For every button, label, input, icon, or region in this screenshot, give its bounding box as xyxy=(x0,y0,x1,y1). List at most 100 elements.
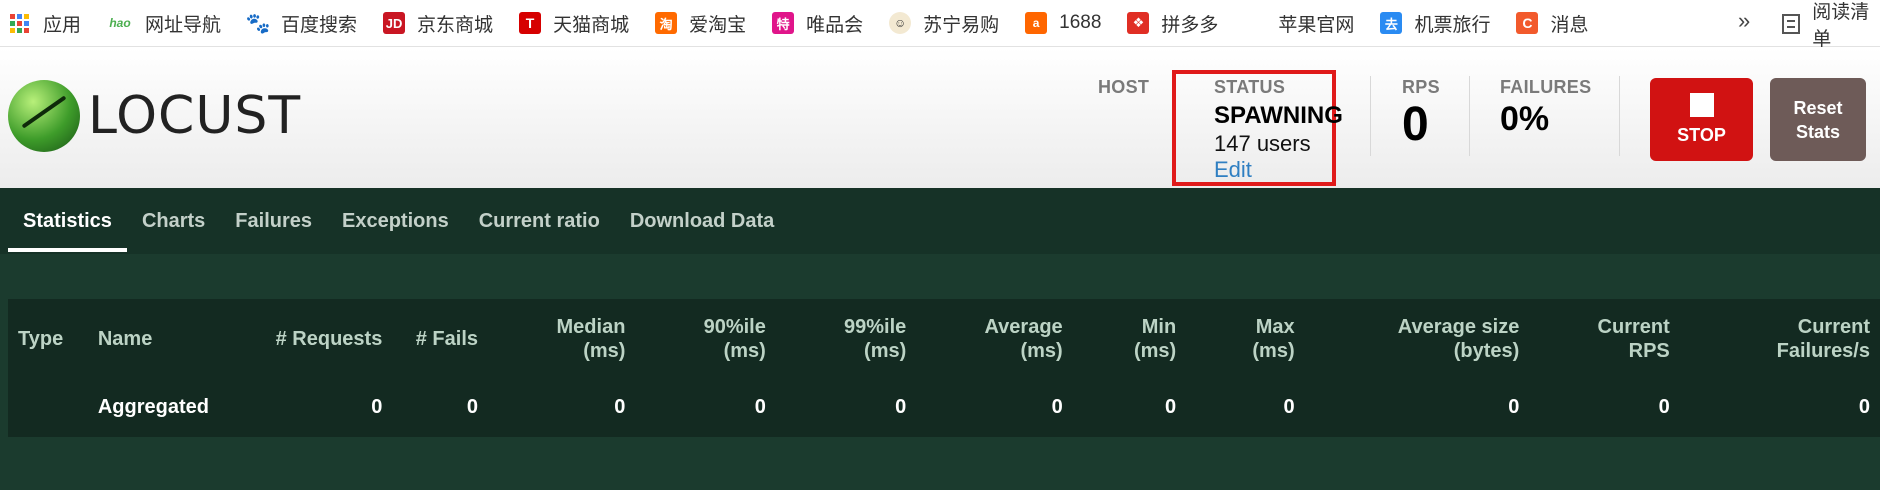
main-panel: Statistics Charts Failures Exceptions Cu… xyxy=(0,188,1880,490)
col-average[interactable]: Average (ms) xyxy=(916,299,1072,379)
stop-icon xyxy=(1689,93,1714,117)
col-fails[interactable]: # Fails xyxy=(392,299,488,379)
status-value: SPAWNING xyxy=(1214,102,1343,129)
col-type[interactable]: Type xyxy=(8,299,88,379)
header-unit: (ms) xyxy=(583,340,626,362)
header-unit: Failures/s xyxy=(1776,340,1870,362)
baidu-paw-icon: 🐾 xyxy=(245,12,271,35)
locust-header: LOCUST HOST STATUS SPAWNING 147 users Ed… xyxy=(0,48,1880,188)
header-unit: (ms) xyxy=(1133,340,1177,362)
locust-logo: LOCUST xyxy=(8,80,301,152)
bookmark-suning[interactable]: ☺ 苏宁易购 xyxy=(889,10,999,37)
host-stat: HOST xyxy=(1098,77,1149,98)
apple-icon xyxy=(1244,12,1267,34)
reset-stats-button[interactable]: Reset Stats xyxy=(1770,78,1866,161)
suning-icon: ☺ xyxy=(889,12,912,34)
col-requests[interactable]: # Requests xyxy=(219,299,392,379)
tab-bar: Statistics Charts Failures Exceptions Cu… xyxy=(0,188,1880,254)
flight-icon: 去 xyxy=(1380,12,1403,34)
host-label: HOST xyxy=(1098,77,1150,97)
tab-exceptions[interactable]: Exceptions xyxy=(327,188,464,254)
failures-value: 0% xyxy=(1500,100,1550,138)
bookmark-label: 唯品会 xyxy=(806,14,864,36)
user-count: 147 users xyxy=(1214,131,1311,156)
cell-average: 0 xyxy=(1051,395,1063,418)
header-text: # Fails xyxy=(415,328,479,350)
bookmarks-more-button[interactable]: » xyxy=(1738,8,1750,34)
cell-max: 0 xyxy=(1283,395,1295,418)
header-unit: (ms) xyxy=(864,340,907,362)
cell-99ile: 0 xyxy=(895,395,907,418)
header-text: Current xyxy=(1597,316,1670,338)
header-text: # Requests xyxy=(275,328,383,350)
bookmark-taobao[interactable]: 淘 爱淘宝 xyxy=(655,10,746,37)
divider xyxy=(1370,76,1371,156)
bookmark-label: 京东商城 xyxy=(417,14,494,36)
stop-button[interactable]: STOP xyxy=(1650,78,1753,161)
bookmark-apple[interactable]: 苹果官网 xyxy=(1244,10,1354,37)
header-text: Type xyxy=(18,328,64,350)
bookmark-label: 网址导航 xyxy=(145,14,222,36)
tab-charts[interactable]: Charts xyxy=(127,188,220,254)
col-current-failures[interactable]: Current Failures/s xyxy=(1680,299,1880,379)
bookmark-vip[interactable]: 特 唯品会 xyxy=(772,10,863,37)
bookmark-tmall[interactable]: T 天猫商城 xyxy=(519,10,629,37)
table-header-row: Type Name # Requests # Fails Median (ms) … xyxy=(8,299,1880,379)
status-stat: STATUS SPAWNING 147 users Edit xyxy=(1214,77,1343,183)
col-min[interactable]: Min (ms) xyxy=(1073,299,1186,379)
tab-statistics[interactable]: Statistics xyxy=(8,188,127,254)
locust-logo-icon xyxy=(8,80,80,152)
tab-current-ratio[interactable]: Current ratio xyxy=(464,188,615,254)
header-text: 90%ile xyxy=(703,316,766,338)
bookmark-jd[interactable]: JD 京东商城 xyxy=(383,10,493,37)
col-name[interactable]: Name xyxy=(88,299,219,379)
header-text: Current xyxy=(1797,316,1870,338)
bookmark-flight[interactable]: 去 机票旅行 xyxy=(1380,10,1490,37)
bookmark-label: 机票旅行 xyxy=(1414,14,1491,36)
status-label: STATUS xyxy=(1214,77,1286,97)
stop-label: STOP xyxy=(1677,125,1726,145)
header-text: Median xyxy=(556,316,626,338)
message-icon: C xyxy=(1516,12,1539,34)
col-99ile[interactable]: 99%ile (ms) xyxy=(776,299,916,379)
rps-label: RPS xyxy=(1402,77,1440,97)
tmall-icon: T xyxy=(519,12,542,34)
reset-label-line1: Reset xyxy=(1793,97,1843,118)
col-90ile[interactable]: 90%ile (ms) xyxy=(635,299,775,379)
reset-label-line2: Stats xyxy=(1795,121,1840,142)
bookmark-label: 应用 xyxy=(43,14,82,36)
rps-value: 0 xyxy=(1402,98,1429,151)
jd-icon: JD xyxy=(383,12,406,34)
1688-icon: a xyxy=(1025,12,1048,34)
reading-list-button[interactable]: 阅读清单 xyxy=(1782,0,1880,50)
reading-list-icon xyxy=(1782,13,1801,34)
cell-average-size: 0 xyxy=(1508,395,1520,418)
bookmark-label: 苹果官网 xyxy=(1278,14,1355,36)
col-max[interactable]: Max (ms) xyxy=(1186,299,1304,379)
col-median[interactable]: Median (ms) xyxy=(488,299,635,379)
bookmark-message[interactable]: C 消息 xyxy=(1516,10,1588,37)
cell-median: 0 xyxy=(614,395,626,418)
edit-users-link[interactable]: Edit xyxy=(1214,157,1343,183)
bookmark-1688[interactable]: a 1688 xyxy=(1025,12,1101,34)
bookmark-label: 爱淘宝 xyxy=(689,14,747,36)
bookmark-hao[interactable]: hao 网址导航 xyxy=(107,10,221,37)
bookmark-baidu[interactable]: 🐾 百度搜索 xyxy=(245,10,357,37)
logo-text: LOCUST xyxy=(88,86,302,146)
cell-fails: 0 xyxy=(466,395,479,418)
tab-failures[interactable]: Failures xyxy=(220,188,327,254)
pinduoduo-icon: ❖ xyxy=(1127,12,1150,34)
header-text: Average xyxy=(984,316,1063,338)
bookmark-pinduoduo[interactable]: ❖ 拼多多 xyxy=(1127,10,1218,37)
header-unit: (ms) xyxy=(723,340,766,362)
cell-90ile: 0 xyxy=(754,395,766,418)
bookmark-label: 拼多多 xyxy=(1161,14,1219,36)
cell-type xyxy=(8,379,88,435)
tab-download-data[interactable]: Download Data xyxy=(615,188,789,254)
col-current-rps[interactable]: Current RPS xyxy=(1529,299,1679,379)
cell-current-failures: 0 xyxy=(1858,395,1870,418)
bookmark-apps[interactable]: 应用 xyxy=(10,10,81,37)
cell-requests: 0 xyxy=(371,395,383,418)
bookmark-label: 1688 xyxy=(1059,12,1102,33)
col-average-size[interactable]: Average size (bytes) xyxy=(1305,299,1530,379)
